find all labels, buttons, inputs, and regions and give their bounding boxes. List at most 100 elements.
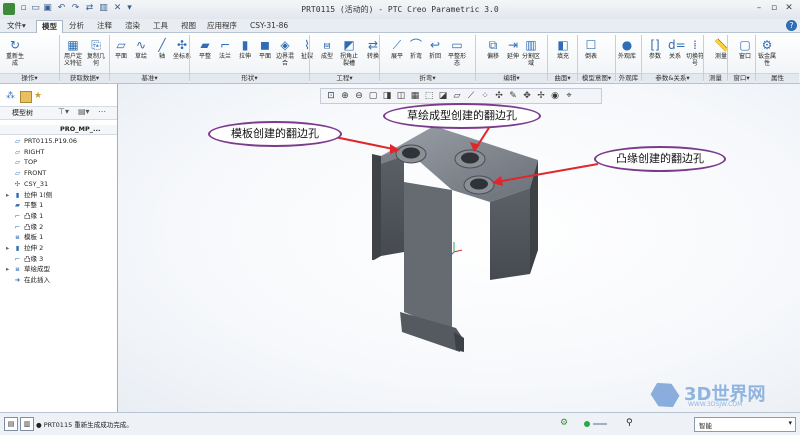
form-button[interactable]: ⩏ 成型 xyxy=(316,38,338,60)
tree-item[interactable]: ⌐ 凸缘 2 xyxy=(6,222,43,232)
tree-item[interactable]: ✣ CSY_31 xyxy=(6,179,48,189)
extrude-button[interactable]: ▮ 拉伸 xyxy=(234,38,256,60)
ribbon-group-label[interactable]: 获取数据▾ xyxy=(60,73,109,83)
switch-sym-icon: ⁞ xyxy=(693,38,697,52)
tab-analysis[interactable]: 分析 xyxy=(64,20,89,32)
boundary-button[interactable]: ◈ 边界混合 xyxy=(274,38,296,67)
fill-button[interactable]: ◧ 填充 xyxy=(552,38,574,60)
tree-item[interactable]: ▱ PRT0115.P19.06 xyxy=(6,136,77,146)
ribbon-tabs: 文件▾ 模型 分析 注释 渲染 工具 视图 应用程序 CSY-31-86 ? xyxy=(0,19,800,33)
tab-file[interactable]: 文件▾ xyxy=(2,20,31,32)
ribbon-group-separator xyxy=(727,35,728,81)
ribbon-group-label[interactable]: 工程▾ xyxy=(310,73,379,83)
tree-item[interactable]: ⌐ 凸缘 1 xyxy=(6,211,43,221)
ribbon-button-label: 轴 xyxy=(158,53,165,60)
tab-render[interactable]: 渲染 xyxy=(120,20,145,32)
tree-item[interactable]: ➜ 在此插入 xyxy=(6,275,50,285)
flat-button[interactable]: ▰ 平整 xyxy=(194,38,216,60)
ribbon-group-label[interactable]: 属性 xyxy=(756,73,799,83)
ribbon-group-label[interactable]: 参数&关系▾ xyxy=(642,73,703,83)
relations-button[interactable]: d= 关系 xyxy=(664,38,686,60)
favorites-tab-icon[interactable]: ★ xyxy=(34,91,44,101)
status-message: ● PRT0115 重新生成成功完成。 xyxy=(36,421,133,429)
regen-ok-icon xyxy=(584,421,590,427)
tree-item[interactable]: ▱ TOP xyxy=(6,157,37,167)
toggle-navigator-icon[interactable]: ▤ xyxy=(4,417,18,431)
expand-icon[interactable]: ▸ xyxy=(6,243,13,253)
ribbon-button-label: 偏移 xyxy=(486,53,499,60)
flat-pattern-button[interactable]: ▭ 平整形态 xyxy=(446,38,468,67)
tree-item[interactable]: ▰ 平整 1 xyxy=(6,200,43,210)
copy-geom-button[interactable]: ⎘ 复制几何 xyxy=(85,38,107,67)
tree-item[interactable]: ▸ ▮ 拉伸 2 xyxy=(6,243,43,253)
convert-button[interactable]: ⇄ 转换 xyxy=(362,38,384,60)
ribbon-group-label[interactable]: 曲面▾ xyxy=(548,73,577,83)
param-button[interactable]: [] 参数 xyxy=(644,38,666,60)
regenerate-button[interactable]: ↻ 重新生成 xyxy=(4,38,26,67)
flat-pattern-icon: ▭ xyxy=(451,38,463,52)
ribbon-group-label[interactable]: 操作▾ xyxy=(0,73,59,83)
corner-relief-button[interactable]: ◩ 拐角止裂槽 xyxy=(338,38,360,67)
appearance-button[interactable]: ● 外观库 xyxy=(616,38,638,60)
offset-button[interactable]: ⧉ 偏移 xyxy=(482,38,504,60)
split-button[interactable]: ▥ 分割区域 xyxy=(520,38,542,67)
tab-applications[interactable]: 应用程序 xyxy=(202,20,242,32)
help-icon[interactable]: ? xyxy=(786,20,797,31)
tree-item-label: 在此插入 xyxy=(24,276,50,285)
tab-tools[interactable]: 工具 xyxy=(148,20,173,32)
selection-filter[interactable]: 智能 ▾ xyxy=(694,417,796,432)
ribbon-group-label[interactable]: 测量 xyxy=(704,73,727,83)
tab-annotate[interactable]: 注释 xyxy=(92,20,117,32)
tree-item[interactable]: ▱ FRONT xyxy=(6,168,46,178)
tree-show-icon[interactable]: ⋯ xyxy=(98,107,106,116)
chevron-down-icon: ▾ xyxy=(788,419,792,427)
tree-item[interactable]: ⌐ 凸缘 3 xyxy=(6,254,43,264)
close-button[interactable]: ✕ xyxy=(782,2,796,15)
ribbon-group-label[interactable]: 编辑▾ xyxy=(476,73,547,83)
ribbon-group-label[interactable]: 形状▾ xyxy=(190,73,309,83)
expand-icon[interactable]: ▸ xyxy=(6,190,13,200)
rip-button[interactable]: ⌇ 扯裂 xyxy=(296,38,318,60)
tree-filter-icon[interactable]: ▤▾ xyxy=(78,107,90,116)
planar-button[interactable]: ◼ 平面 xyxy=(254,38,276,60)
tree-item[interactable]: ▸ ⩏ 草绘成型 xyxy=(6,264,50,274)
ribbon-group-label[interactable]: 窗口▾ xyxy=(728,73,755,83)
ribbon-group-label[interactable]: 基准▾ xyxy=(110,73,189,83)
ribbon-group-separator xyxy=(59,35,60,81)
tree-settings-icon[interactable]: ⊤▾ xyxy=(58,107,69,116)
sm-props-button[interactable]: ⚙ 钣金属性 xyxy=(756,38,778,67)
window-icon: ▢ xyxy=(739,38,751,52)
minimize-button[interactable]: – xyxy=(752,2,766,15)
find-icon[interactable]: ⚲ xyxy=(626,417,638,429)
ribbon-group-label[interactable]: 外观库 xyxy=(616,73,641,83)
maximize-button[interactable]: ▫ xyxy=(767,2,781,15)
tab-csy[interactable]: CSY-31-86 xyxy=(245,20,293,32)
ribbon-group-label[interactable]: 折弯▾ xyxy=(380,73,475,83)
feature-icon: ➜ xyxy=(14,276,21,285)
tree-item-label: 拉伸 2 xyxy=(24,244,44,252)
tree-item[interactable]: ⩏ 模板 1 xyxy=(6,232,44,242)
window-button[interactable]: ▢ 窗口 xyxy=(734,38,756,60)
measure-button[interactable]: 📏 测量 xyxy=(710,38,732,60)
ribbon-group-separator xyxy=(475,35,476,81)
bendback-button[interactable]: ↩ 折回 xyxy=(424,38,446,60)
feature-icon: ▱ xyxy=(15,169,20,178)
tab-model[interactable]: 模型 xyxy=(36,20,63,33)
tab-view[interactable]: 视图 xyxy=(176,20,201,32)
plane-button[interactable]: ▱ 平面 xyxy=(110,38,132,60)
sketch-button[interactable]: ∿ 草绘 xyxy=(130,38,152,60)
table-button[interactable]: ☐ 倒表 xyxy=(580,38,602,60)
udf-button[interactable]: ▦ 用户定义特征 xyxy=(62,38,84,67)
axis-button[interactable]: ╱ 轴 xyxy=(151,38,173,60)
toggle-browser-icon[interactable]: ▥ xyxy=(20,417,34,431)
expand-icon[interactable]: ▸ xyxy=(6,264,13,274)
folder-tab-icon[interactable] xyxy=(20,91,32,103)
ribbon-group-label[interactable]: 模型意图▾ xyxy=(578,73,615,83)
tree-item[interactable]: ▱ RIGHT xyxy=(6,147,44,157)
ribbon-button-label: 参数 xyxy=(648,53,661,60)
tree-item[interactable]: ▸ ▮ 拉伸 1(侧 xyxy=(6,190,52,200)
model-tree-tab-icon[interactable]: ⁂ xyxy=(6,91,16,101)
tree-header-label: 模型树 xyxy=(12,109,33,117)
flange-button[interactable]: ⌐ 法兰 xyxy=(214,38,236,60)
callout-flange-text: 凸缘创建的翻边孔 xyxy=(616,152,704,165)
